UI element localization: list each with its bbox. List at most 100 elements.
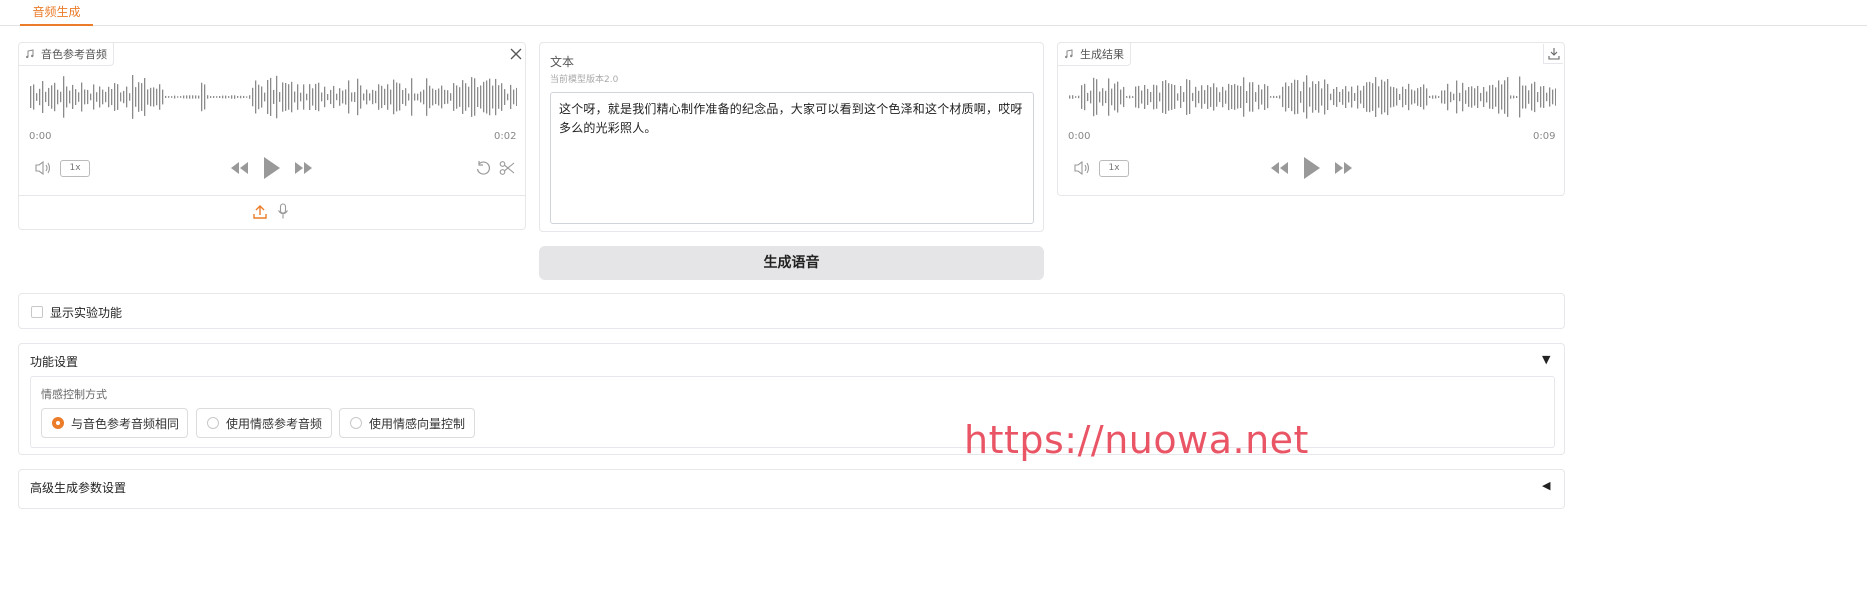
waveform-bar	[273, 89, 275, 104]
waveform-bar	[1507, 77, 1509, 117]
waveform-bar	[1465, 90, 1467, 104]
waveform-bar	[1249, 82, 1251, 112]
waveform-bar	[201, 82, 203, 112]
collapse-toggle-icon[interactable]: ▼	[1542, 353, 1550, 366]
waveform-bar	[468, 86, 470, 108]
upload-icon[interactable]	[253, 204, 267, 220]
waveform-bar	[363, 93, 365, 101]
waveform-bar	[435, 89, 437, 105]
text-input-field[interactable]: 这个呀，就是我们精心制作准备的纪念品，大家可以看到这个色泽和这个材质啊，哎呀多么…	[550, 92, 1034, 224]
waveform-bar	[99, 86, 101, 108]
reference-waveform[interactable]	[29, 73, 517, 121]
waveform-bar	[105, 91, 107, 103]
waveform-bar	[1375, 77, 1377, 117]
waveform-bar	[141, 83, 143, 111]
rewind-icon[interactable]	[229, 161, 249, 175]
waveform-bar	[399, 83, 401, 111]
advanced-settings-title[interactable]: 高级生成参数设置	[30, 479, 126, 496]
waveform-bar	[453, 83, 455, 111]
waveform-bar	[327, 94, 329, 101]
reference-audio-label-text: 音色参考音频	[41, 47, 107, 61]
waveform-bar	[1141, 90, 1143, 104]
waveform-bar	[1546, 92, 1548, 102]
waveform-bar	[1390, 86, 1392, 108]
rewind-icon[interactable]	[1269, 161, 1289, 175]
waveform-bar	[1333, 88, 1335, 106]
emotion-option-label: 与音色参考音频相同	[71, 416, 180, 431]
waveform-bar	[1138, 85, 1140, 109]
experimental-features-checkbox[interactable]	[31, 306, 43, 318]
waveform-bar	[198, 95, 200, 99]
waveform-bar	[1540, 86, 1542, 108]
waveform-bar	[366, 89, 368, 105]
waveform-bar	[333, 85, 335, 109]
waveform-bar	[1123, 86, 1125, 108]
radio-selected	[52, 417, 64, 429]
result-time-end: 0:09	[1533, 131, 1556, 142]
volume-icon[interactable]	[1073, 160, 1091, 176]
waveform-bar	[1282, 86, 1284, 108]
waveform-bar	[48, 87, 50, 107]
waveform-bar	[489, 78, 491, 116]
waveform-bar	[1225, 90, 1227, 104]
emotion-option-emotion-reference-audio[interactable]: 使用情感参考音频	[196, 408, 332, 438]
waveform-bar	[1543, 86, 1545, 108]
waveform-bar	[1555, 88, 1556, 106]
tab-audio-generation[interactable]: 音频生成	[20, 0, 93, 26]
waveform-bar	[1471, 86, 1473, 108]
reset-icon[interactable]	[475, 160, 491, 176]
result-time-start: 0:00	[1068, 131, 1091, 142]
waveform-bar	[144, 78, 146, 116]
waveform-bar	[159, 84, 161, 110]
waveform-bar	[1120, 89, 1122, 105]
waveform-bar	[1483, 87, 1485, 107]
waveform-bar	[162, 89, 164, 105]
waveform-bar	[402, 90, 404, 104]
waveform-bar	[1294, 79, 1296, 115]
waveform-bar	[423, 89, 425, 105]
trim-scissors-icon[interactable]	[499, 160, 515, 176]
waveform-bar	[1354, 93, 1356, 101]
emotion-option-same-as-reference[interactable]: 与音色参考音频相同	[41, 408, 188, 438]
waveform-bar	[1432, 95, 1434, 99]
waveform-bar	[1408, 83, 1410, 111]
waveform-bar	[1336, 87, 1338, 107]
emotion-option-emotion-vector[interactable]: 使用情感向量控制	[339, 408, 475, 438]
waveform-bar	[1459, 92, 1461, 102]
waveform-bar	[222, 95, 224, 99]
playback-rate-button[interactable]: 1x	[1099, 160, 1129, 177]
function-settings-title[interactable]: 功能设置	[30, 353, 78, 370]
download-button[interactable]	[1543, 44, 1563, 64]
waveform-bar	[1537, 92, 1539, 103]
waveform-bar	[1495, 87, 1497, 107]
waveform-bar	[1300, 91, 1302, 103]
close-icon[interactable]	[509, 47, 523, 61]
waveform-bar	[219, 96, 221, 98]
volume-icon[interactable]	[34, 160, 52, 176]
waveform-bar	[1201, 85, 1203, 109]
waveform-bar	[1480, 92, 1482, 102]
waveform-bar	[90, 93, 92, 101]
waveform-bar	[1189, 80, 1191, 114]
waveform-bar	[351, 92, 353, 102]
waveform-bar	[318, 82, 320, 112]
reference-audio-label: 音色参考音频	[19, 43, 114, 66]
waveform-bar	[60, 91, 62, 103]
result-waveform[interactable]	[1068, 73, 1556, 121]
waveform-bar	[1135, 86, 1137, 108]
waveform-bar	[429, 85, 431, 109]
generate-speech-button[interactable]: 生成语音	[539, 246, 1044, 280]
fast-forward-icon[interactable]	[1334, 161, 1354, 175]
play-icon[interactable]	[262, 155, 282, 181]
waveform-bar	[1420, 87, 1422, 107]
expand-toggle-icon[interactable]: ◀	[1542, 479, 1550, 492]
waveform-bar	[45, 91, 47, 103]
fast-forward-icon[interactable]	[294, 161, 314, 175]
playback-rate-button[interactable]: 1x	[60, 160, 90, 177]
microphone-icon[interactable]	[277, 203, 289, 220]
waveform-bar	[375, 90, 377, 104]
play-icon[interactable]	[1302, 155, 1322, 181]
emotion-option-label: 使用情感向量控制	[369, 416, 466, 431]
waveform-bar	[1252, 82, 1254, 112]
waveform-bar	[513, 89, 515, 105]
